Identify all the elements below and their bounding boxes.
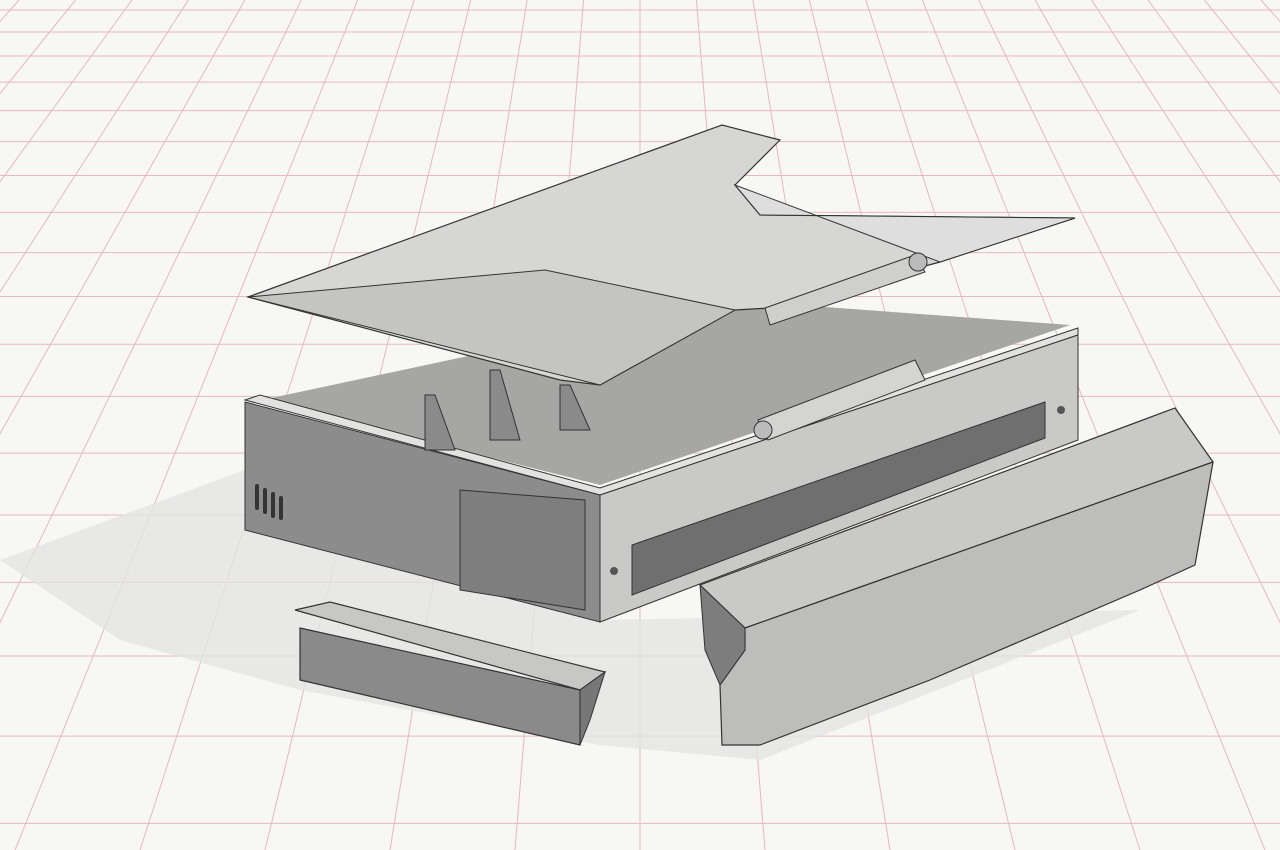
cad-viewport[interactable] xyxy=(0,0,1280,850)
cad-render xyxy=(0,0,1280,850)
box-front-panel xyxy=(459,489,586,611)
grid-line xyxy=(0,0,246,435)
grid-line xyxy=(0,0,76,95)
grid-line xyxy=(1260,0,1280,23)
grid-line xyxy=(0,0,189,293)
screw-hole xyxy=(610,567,618,575)
grid-line xyxy=(0,0,20,23)
grid-line xyxy=(1204,0,1280,95)
screw-hole xyxy=(1057,406,1065,414)
hinge-knuckle xyxy=(908,252,928,272)
